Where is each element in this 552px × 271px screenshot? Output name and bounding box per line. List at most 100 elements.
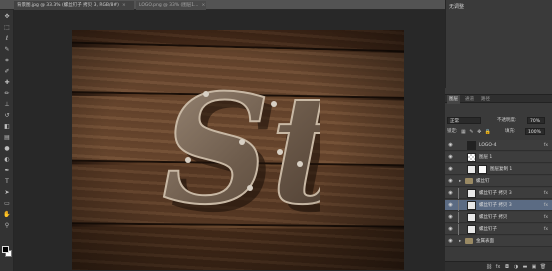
blur-icon[interactable]: ● (3, 145, 11, 153)
type-icon[interactable]: T (3, 178, 11, 186)
document-tab-active[interactable]: 背景图.jpg @ 33.3% (螺丝钉子 拷贝 3, RGB/8#) × (14, 1, 134, 10)
close-icon[interactable]: × (122, 3, 126, 8)
fill-input[interactable]: 100% (525, 128, 545, 135)
marquee-icon[interactable]: ⬚ (3, 24, 11, 32)
lock-icons[interactable]: ▦ ✎ ✥ 🔒 (461, 128, 492, 137)
document-tab-label: 背景图.jpg @ 33.3% (螺丝钉子 拷贝 3, RGB/8#) (17, 3, 119, 8)
layer-row[interactable]: ◉ 图层复制 1 (445, 164, 552, 175)
zoom-icon[interactable]: ⚲ (3, 222, 11, 230)
link-icon[interactable]: ⛓ (485, 263, 493, 271)
visibility-eye-icon[interactable]: ◉ (447, 226, 454, 233)
mask-icon[interactable]: ◘ (503, 263, 511, 271)
layers-list: ◉ LOGO-4 fx ◉ 图层 1 ◉ 图层复制 1 ◉ ▸ 螺丝钉 ◉ 螺丝钉子 拷贝 3 fx ◉ 螺… (445, 140, 552, 261)
layer-thumbnail[interactable] (467, 165, 476, 174)
layers-panel-footer: ⛓ fx ◘ ◑ ▬ ▣ 🗑 (445, 261, 552, 271)
tools-panel: ✥ ⬚ ℓ ✎ ⌗ ✐ ✚ ✏ ⊥ ↺ ◧ ▤ ● ◐ ✒ T ➤ ▭ ✋ ⚲ (0, 10, 14, 271)
document-tab-label: LOGO.png @ 33% (图层1... (139, 3, 199, 8)
adjustments-panel-title: 无调整 (449, 4, 465, 10)
layer-group-row[interactable]: ◉ ▸ 螺丝钉 (445, 176, 552, 187)
healing-icon[interactable]: ✚ (3, 79, 11, 87)
layer-effects-icon[interactable]: fx (544, 200, 548, 211)
close-icon[interactable]: × (201, 3, 205, 8)
layer-effects-icon[interactable]: fx (544, 224, 548, 235)
history-brush-icon[interactable]: ↺ (3, 112, 11, 120)
group-indent-line (458, 188, 459, 199)
visibility-eye-icon[interactable]: ◉ (447, 238, 454, 245)
folder-icon (465, 178, 473, 184)
layer-row[interactable]: ◉ 螺丝钉子 拷贝 fx (445, 212, 552, 223)
eyedropper-icon[interactable]: ✐ (3, 68, 11, 76)
layer-row[interactable]: ◉ 螺丝钉子 拷贝 3 fx (445, 200, 552, 211)
blend-row: 正常 不透明度: 70% (445, 116, 552, 125)
layer-row[interactable]: ◉ 螺丝钉子 拷贝 3 fx (445, 188, 552, 199)
hand-icon[interactable]: ✋ (3, 211, 11, 219)
fx-icon[interactable]: fx (494, 263, 502, 271)
lasso-icon[interactable]: ℓ (3, 35, 11, 43)
opacity-input[interactable]: 70% (527, 117, 545, 124)
visibility-eye-icon[interactable]: ◉ (447, 166, 454, 173)
foreground-color-swatch[interactable] (2, 246, 9, 253)
lock-label: 锁定: (447, 129, 458, 134)
eraser-icon[interactable]: ◧ (3, 123, 11, 131)
visibility-eye-icon[interactable]: ◉ (447, 154, 454, 161)
trash-icon[interactable]: 🗑 (539, 263, 547, 271)
path-select-icon[interactable]: ➤ (3, 189, 11, 197)
move-icon[interactable]: ✥ (3, 13, 11, 21)
group-indent-line (458, 224, 459, 235)
layer-name: 图层 1 (479, 155, 493, 160)
new-layer-icon[interactable]: ▣ (530, 263, 538, 271)
visibility-eye-icon[interactable]: ◉ (447, 142, 454, 149)
visibility-eye-icon[interactable]: ◉ (447, 214, 454, 221)
lock-row: 锁定: ▦ ✎ ✥ 🔒 填充: 100% (445, 127, 552, 136)
layer-group-row[interactable]: ◉ ▸ 金属表面 (445, 236, 552, 247)
layer-name: 螺丝钉子 (479, 227, 497, 232)
expand-arrow-icon[interactable]: ▸ (459, 236, 461, 247)
adjustment-icon[interactable]: ◑ (512, 263, 520, 271)
layer-effects-icon[interactable]: fx (544, 188, 548, 199)
layer-row[interactable]: ◉ 图层 1 (445, 152, 552, 163)
right-dock: 无调整 图层 通道 路径 正常 不透明度: 70% 锁定: ▦ ✎ ✥ 🔒 填充… (445, 0, 552, 271)
layer-effects-icon[interactable]: fx (544, 140, 548, 151)
brush-icon[interactable]: ✏ (3, 90, 11, 98)
document-tab-bar: 背景图.jpg @ 33.3% (螺丝钉子 拷贝 3, RGB/8#) × LOG… (0, 0, 445, 10)
layer-thumbnail[interactable] (467, 189, 476, 198)
layers-panel-tabs: 图层 通道 路径 (445, 94, 552, 104)
layer-thumbnail[interactable] (467, 153, 476, 162)
layer-thumbnail[interactable] (467, 213, 476, 222)
layer-row[interactable]: ◉ 螺丝钉子 fx (445, 224, 552, 235)
pen-icon[interactable]: ✒ (3, 167, 11, 175)
new-group-icon[interactable]: ▬ (521, 263, 529, 271)
crop-icon[interactable]: ⌗ (3, 57, 11, 65)
layer-thumbnail[interactable] (467, 141, 476, 150)
adjustments-panel: 无调整 (445, 0, 552, 88)
layer-row[interactable]: ◉ LOGO-4 fx (445, 140, 552, 151)
layer-name: 螺丝钉子 拷贝 3 (479, 203, 512, 208)
vignette-overlay (72, 30, 404, 270)
visibility-eye-icon[interactable]: ◉ (447, 190, 454, 197)
tab-layers[interactable]: 图层 (447, 95, 460, 104)
folder-icon (465, 238, 473, 244)
layer-name: 螺丝钉子 拷贝 3 (479, 191, 512, 196)
quick-select-icon[interactable]: ✎ (3, 46, 11, 54)
layer-thumbnail[interactable] (467, 201, 476, 210)
image-canvas[interactable]: St St (72, 30, 404, 270)
opacity-label: 不透明度: (497, 118, 517, 123)
layer-thumbnail[interactable] (467, 225, 476, 234)
layer-name: 金属表面 (476, 239, 494, 244)
dodge-icon[interactable]: ◐ (3, 156, 11, 164)
tab-channels[interactable]: 通道 (463, 95, 476, 104)
blend-mode-select[interactable]: 正常 (447, 117, 481, 124)
visibility-eye-icon[interactable]: ◉ (447, 178, 454, 185)
layer-mask-thumbnail[interactable] (478, 165, 487, 174)
stamp-icon[interactable]: ⊥ (3, 101, 11, 109)
layer-effects-icon[interactable]: fx (544, 212, 548, 223)
layer-name: 螺丝钉 (476, 179, 490, 184)
gradient-icon[interactable]: ▤ (3, 134, 11, 142)
layer-name: 螺丝钉子 拷贝 (479, 215, 508, 220)
document-tab-logo[interactable]: LOGO.png @ 33% (图层1... × (136, 1, 206, 10)
tab-paths[interactable]: 路径 (479, 95, 492, 104)
shape-icon[interactable]: ▭ (3, 200, 11, 208)
group-indent-line (458, 212, 459, 223)
visibility-eye-icon[interactable]: ◉ (447, 202, 454, 209)
expand-arrow-icon[interactable]: ▸ (459, 176, 461, 187)
